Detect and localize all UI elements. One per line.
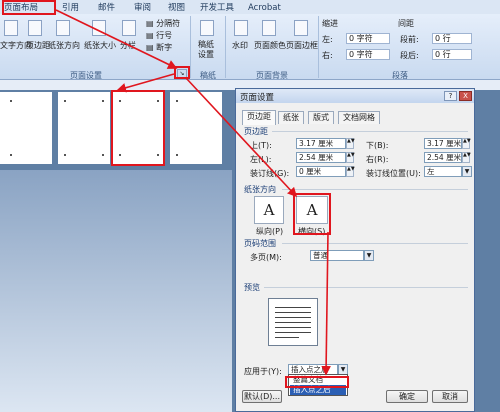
arrow <box>55 9 178 69</box>
arrow <box>321 231 331 376</box>
annotation-arrows <box>55 9 331 376</box>
arrow <box>116 73 175 93</box>
arrow <box>185 77 298 198</box>
